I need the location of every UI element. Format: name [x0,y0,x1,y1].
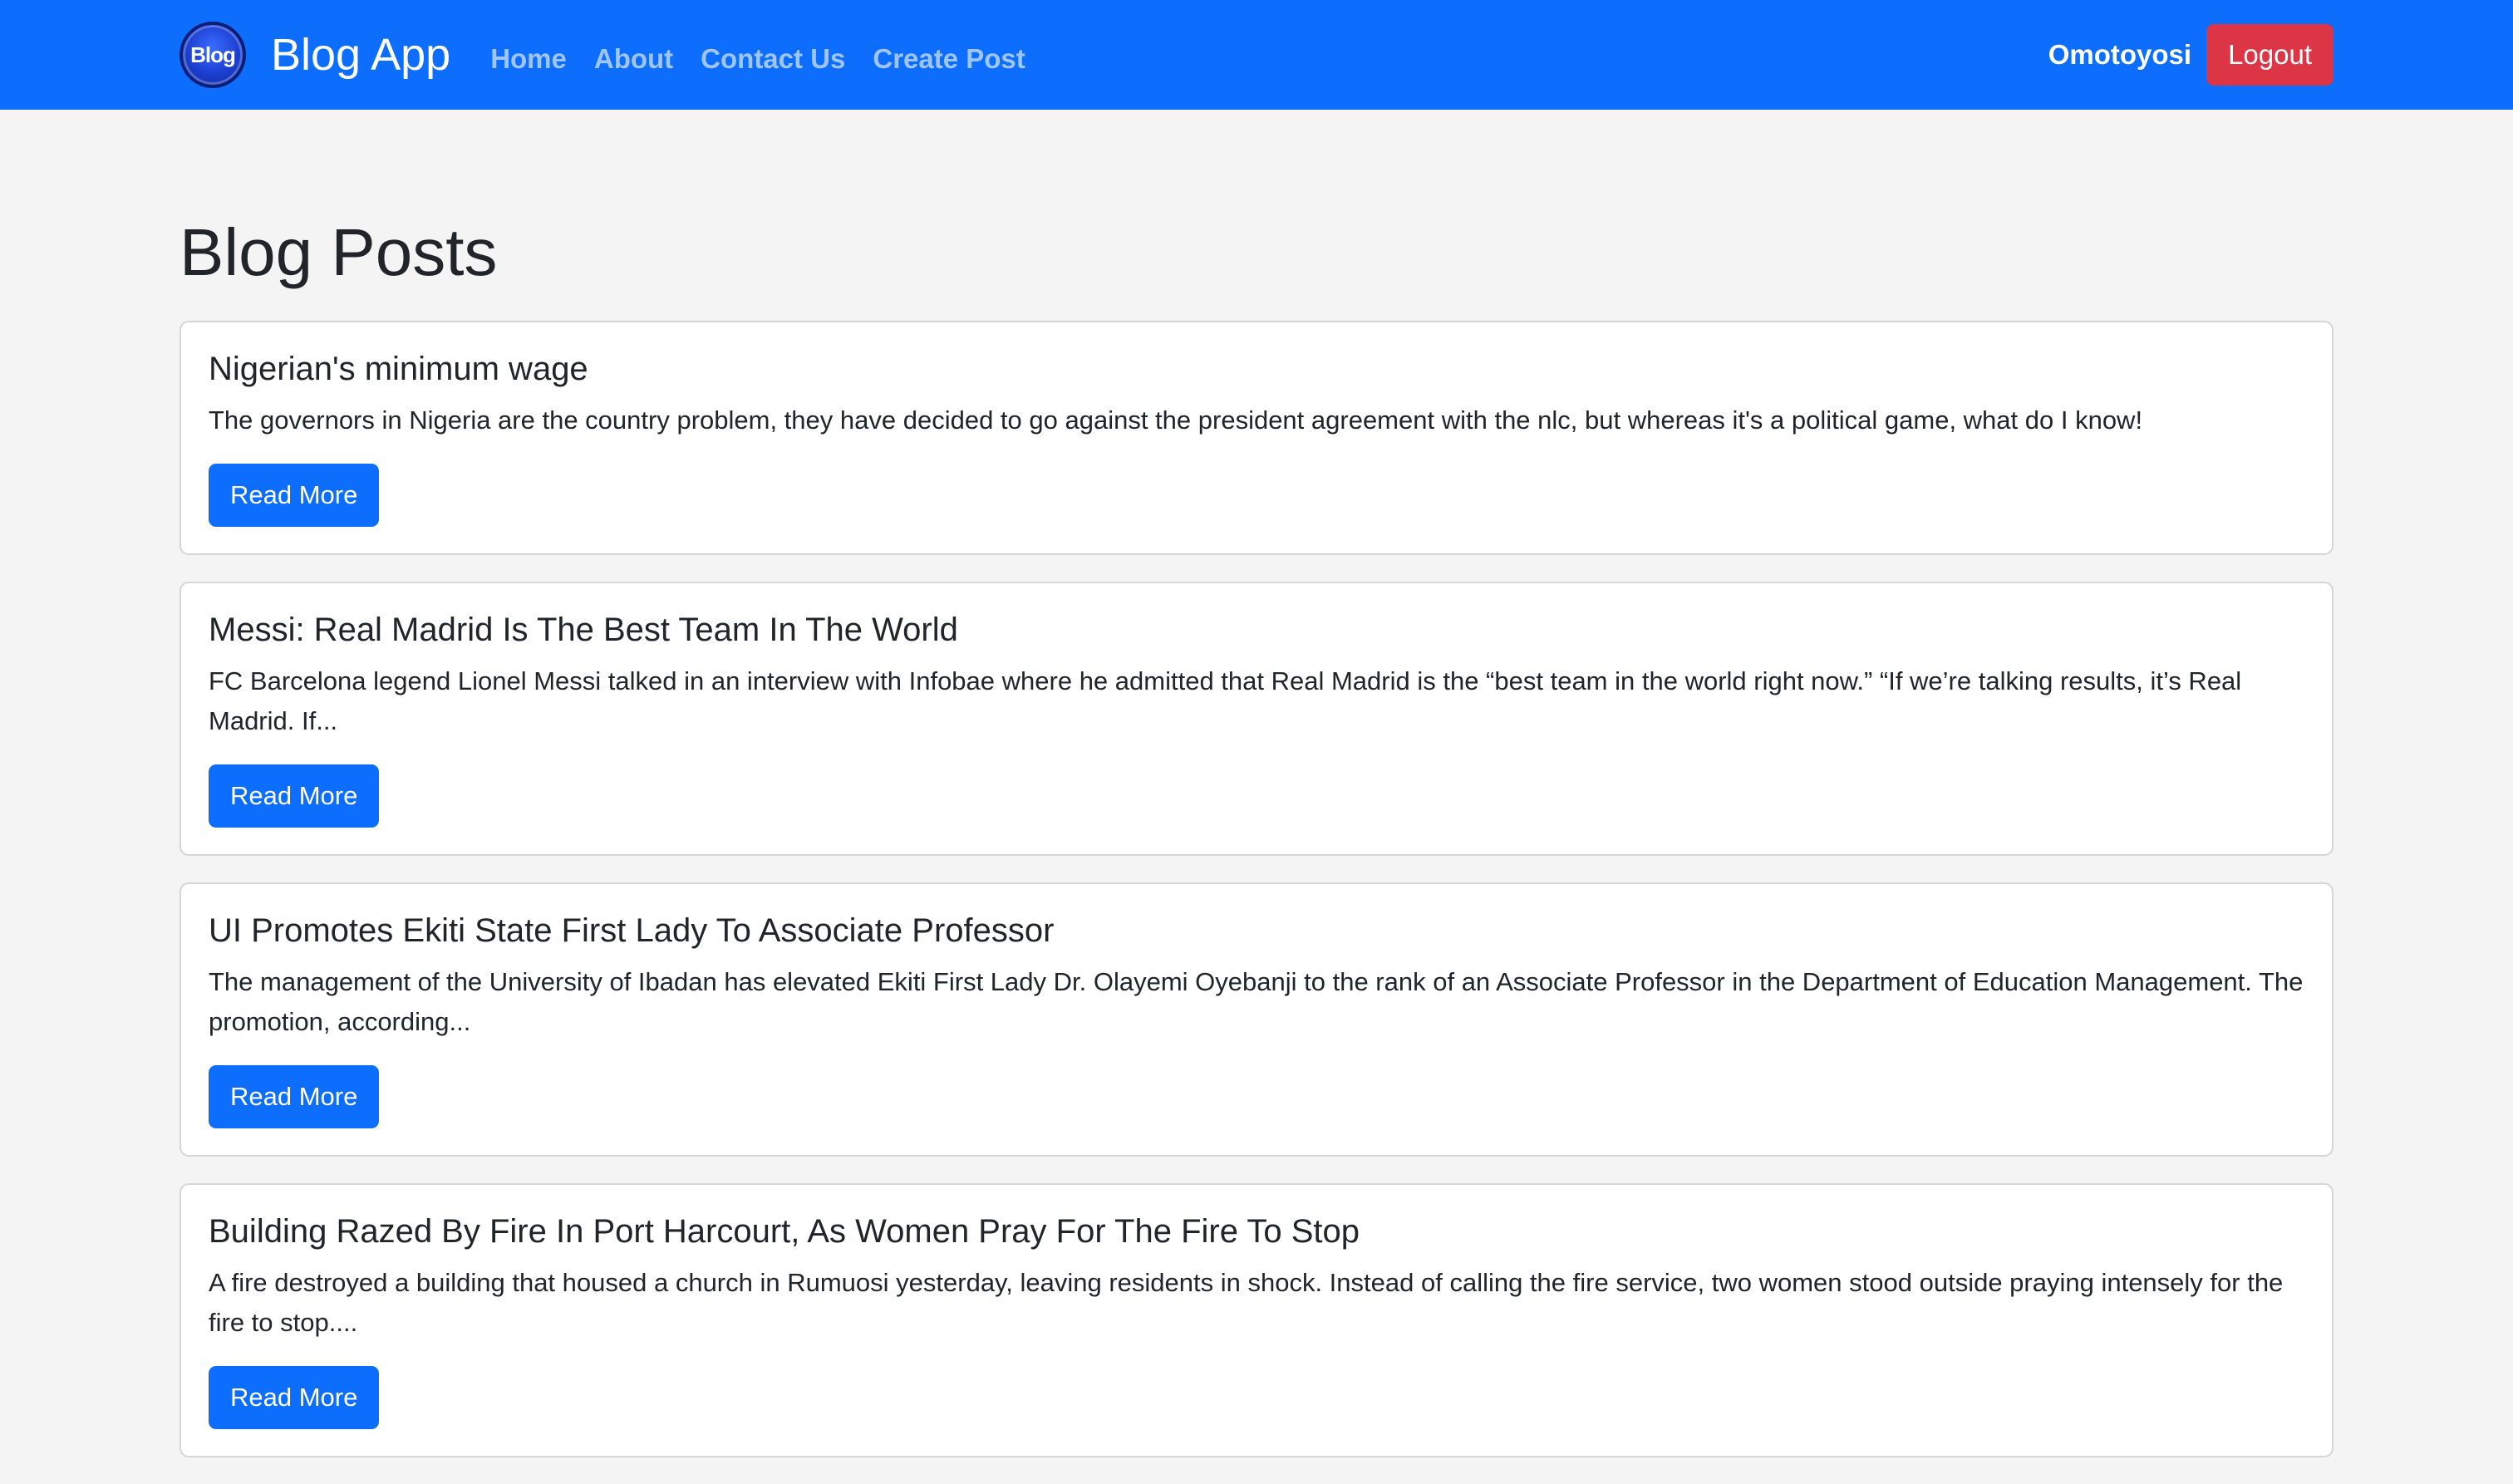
read-more-button[interactable]: Read More [209,464,380,527]
post-excerpt: FC Barcelona legend Lionel Messi talked … [209,666,2242,735]
page-title: Blog Posts [180,215,498,289]
post-excerpt: A fire destroyed a building that housed … [209,1268,2284,1337]
post-title: Messi: Real Madrid Is The Best Team In T… [209,612,958,648]
read-more-button[interactable]: Read More [209,764,380,828]
username-label: Omotoyosi [2048,39,2192,70]
main-content: Blog Posts Nigerian's minimum wage The g… [180,110,2334,1484]
user-area: Omotoyosi Logout [2048,24,2334,86]
post-title: UI Promotes Ekiti State First Lady To As… [209,912,1055,949]
nav-link-create-post[interactable]: Create Post [873,43,1025,75]
brand-link[interactable]: Blog Blog App [180,22,450,88]
top-navbar: Blog Blog App Home About Contact Us Crea… [0,0,2513,110]
post-card: Building Razed By Fire In Port Harcourt,… [180,1183,2334,1457]
read-more-button[interactable]: Read More [209,1366,380,1429]
nav-link-contact-us[interactable]: Contact Us [701,43,845,75]
brand-name: Blog App [271,30,451,80]
post-excerpt: The management of the University of Ibad… [209,967,2304,1036]
logout-button[interactable]: Logout [2206,24,2334,86]
post-title: Building Razed By Fire In Port Harcourt,… [209,1213,1360,1250]
nav-link-about[interactable]: About [594,43,673,75]
post-list: Nigerian's minimum wage The governors in… [180,321,2334,1457]
nav-links: Home About Contact Us Create Post [490,43,1053,75]
post-excerpt: The governors in Nigeria are the country… [209,405,2143,435]
post-card: Messi: Real Madrid Is The Best Team In T… [180,582,2334,856]
post-card: UI Promotes Ekiti State First Lady To As… [180,882,2334,1157]
read-more-button[interactable]: Read More [209,1065,380,1128]
blog-logo-icon: Blog [180,22,246,88]
post-card: Nigerian's minimum wage The governors in… [180,321,2334,555]
post-title: Nigerian's minimum wage [209,351,588,387]
nav-link-home[interactable]: Home [490,43,567,75]
navbar-container: Blog Blog App Home About Contact Us Crea… [180,0,2334,110]
